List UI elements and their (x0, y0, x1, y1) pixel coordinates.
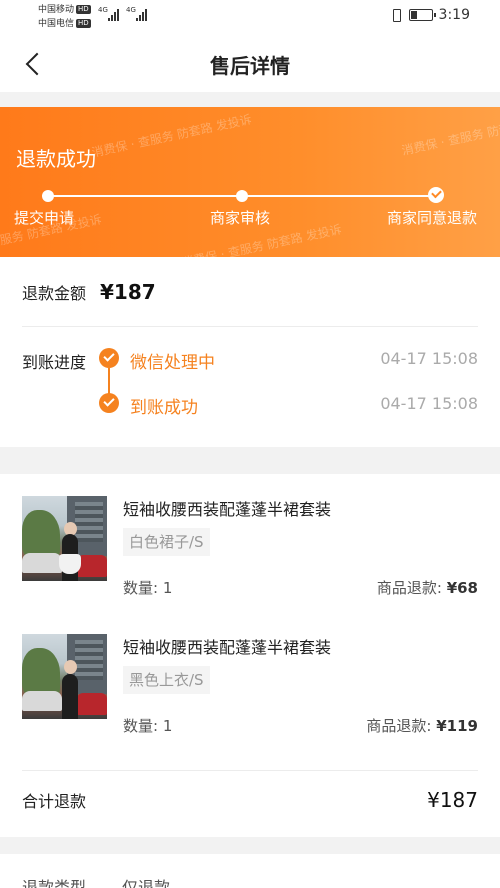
watermark: 消费保 · 查服务 防套路 发投诉 (400, 110, 500, 158)
signal-icon-2 (136, 9, 147, 21)
product-thumbnail[interactable] (22, 496, 107, 581)
progress-step-time: 04-17 15:08 (380, 349, 478, 368)
product-refund-label: 商品退款: (366, 717, 432, 735)
refund-summary-card: 退款金额 ¥187 到账进度 微信处理中 04-17 15:08 到账成功 04… (0, 257, 500, 447)
step-dot (42, 190, 54, 202)
total-refund-label: 合计退款 (22, 792, 87, 811)
product-name[interactable]: 短袖收腰西装配蓬蓬半裙套装 (123, 496, 331, 520)
total-refund-value: ¥187 (427, 788, 478, 812)
refund-amount-value: ¥187 (100, 280, 156, 304)
refund-info-card: 退款类型 仅退款 (0, 854, 500, 888)
product-sku: 黑色上衣/S (123, 666, 210, 694)
network-type-2: 4G (126, 6, 136, 14)
step-label-review: 商家审核 (210, 209, 271, 227)
step-label-approved: 商家同意退款 (387, 209, 478, 227)
progress-connector (108, 368, 110, 394)
product-refund-label: 商品退款: (376, 579, 442, 597)
clock: 3:19 (438, 7, 470, 23)
progress-step-text: 微信处理中 (130, 353, 215, 373)
progress-step-time: 04-17 15:08 (380, 394, 478, 413)
divider (22, 770, 478, 771)
vibrate-icon (389, 8, 403, 22)
progress-label: 到账进度 (22, 353, 87, 372)
product-quantity: 数量: 1 (123, 579, 173, 597)
refund-amount-row: 退款金额 ¥187 (22, 280, 156, 304)
refund-type-label: 退款类型 (22, 878, 87, 888)
step-label-submit: 提交申请 (14, 209, 75, 227)
watermark: 消费保 · 查服务 防套路 发投诉 (90, 112, 253, 160)
network-type-1: 4G (98, 6, 108, 14)
product-refund-value: ¥119 (436, 717, 478, 735)
progress-step-text: 到账成功 (130, 398, 198, 418)
check-icon (428, 187, 444, 203)
battery-icon (408, 9, 436, 21)
status-bar: 中国移动 HD 中国电信 HD 4G 4G 3:19 (0, 0, 500, 34)
refund-status-banner: 消费保 · 查服务 防套路 发投诉 消费保 · 查服务 防套路 发投诉 消费保 … (0, 107, 500, 257)
refund-amount-label: 退款金额 (22, 284, 87, 303)
page-title: 售后详情 (210, 54, 290, 78)
divider (22, 326, 478, 327)
status-right: 3:19 (389, 7, 470, 23)
product-quantity: 数量: 1 (123, 717, 173, 735)
step-dot (236, 190, 248, 202)
refund-items-card: 短袖收腰西装配蓬蓬半裙套装 白色裙子/S 数量: 1 商品退款: ¥68 短袖收… (0, 474, 500, 837)
product-refund: 商品退款: ¥119 (366, 715, 478, 736)
product-thumbnail[interactable] (22, 634, 107, 719)
check-icon (99, 348, 119, 368)
nav-bar: 售后详情 (0, 34, 500, 92)
product-sku: 白色裙子/S (123, 528, 210, 556)
check-icon (99, 393, 119, 413)
carrier-2: 中国电信 HD (38, 19, 91, 29)
signal-icon-1 (108, 9, 119, 21)
product-name[interactable]: 短袖收腰西装配蓬蓬半裙套装 (123, 634, 331, 658)
refund-status-title: 退款成功 (16, 147, 96, 171)
carrier-1: 中国移动 HD (38, 5, 91, 15)
refund-type-value: 仅退款 (122, 878, 171, 888)
product-refund-value: ¥68 (446, 579, 478, 597)
product-refund: 商品退款: ¥68 (377, 577, 478, 598)
